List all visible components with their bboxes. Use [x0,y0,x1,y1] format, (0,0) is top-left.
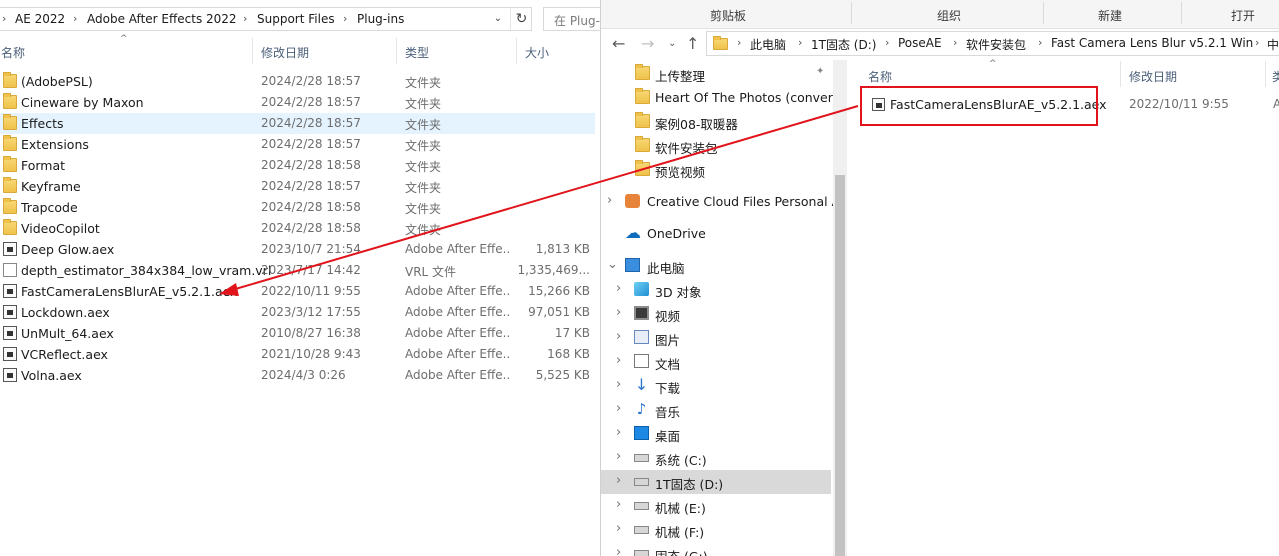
arrow-head [219,283,239,296]
arrow-line [231,105,859,291]
annotation-arrow [219,105,859,296]
screenshot-stage: › AE 2022 › Adobe After Effects 2022 › S… [0,0,1279,556]
